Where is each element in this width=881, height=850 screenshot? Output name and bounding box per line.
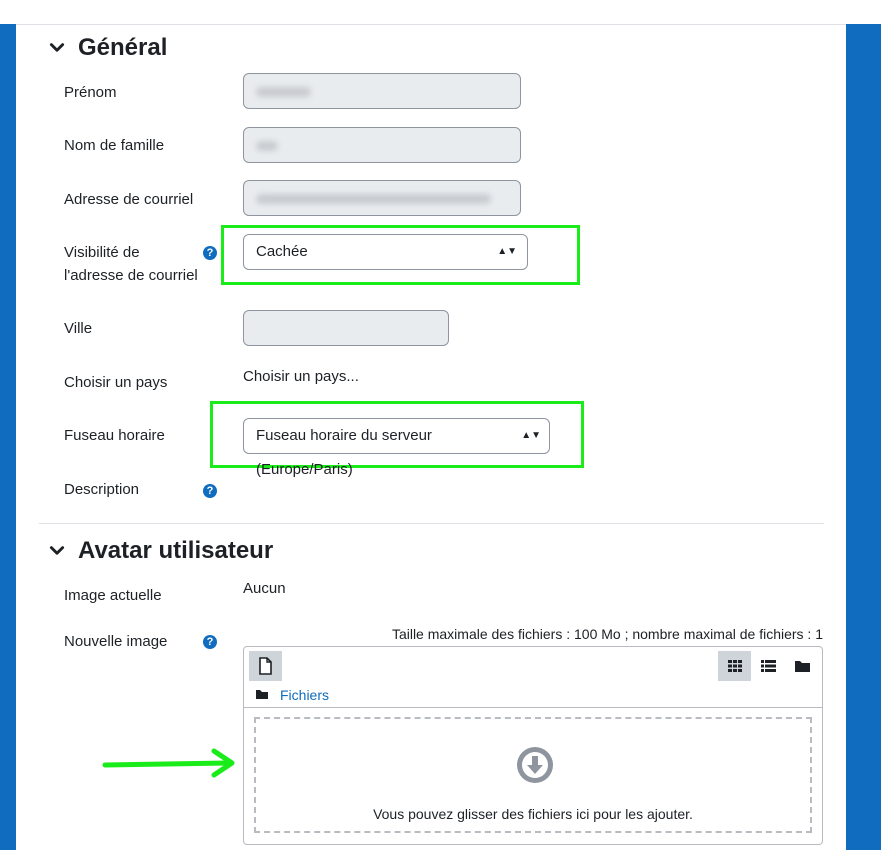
folder-icon — [795, 661, 810, 672]
select-value: Fuseau horaire du serveur (Europe/Paris) — [256, 427, 432, 478]
email-label: Adresse de courriel — [64, 191, 194, 208]
email-field[interactable] — [243, 180, 521, 216]
list-view-button[interactable] — [752, 651, 785, 681]
current-image-label: Image actuelle — [64, 587, 162, 604]
redacted-value — [256, 141, 278, 151]
help-icon[interactable]: ? — [203, 246, 217, 260]
chevron-down-icon — [49, 43, 65, 52]
city-field[interactable] — [243, 310, 449, 346]
section-divider — [39, 523, 824, 524]
list-view-icon — [761, 660, 776, 672]
file-limits-text: Taille maximale des fichiers : 100 Mo ; … — [391, 626, 823, 642]
folder-icon — [256, 690, 268, 699]
chevron-down-icon — [49, 546, 65, 555]
current-image-value: Aucun — [243, 580, 286, 597]
email-visibility-label-line2: l'adresse de courriel — [64, 267, 198, 284]
right-blue-bar — [846, 24, 881, 850]
select-arrows-icon: ▲▼ — [497, 246, 517, 257]
timezone-select[interactable]: Fuseau horaire du serveur (Europe/Paris)… — [243, 418, 550, 478]
redacted-value — [256, 87, 311, 97]
file-dropzone[interactable]: Vous pouvez glisser des fichiers ici pou… — [254, 717, 812, 833]
lastname-label: Nom de famille — [64, 137, 165, 154]
help-icon[interactable]: ? — [203, 635, 217, 649]
lastname-field[interactable] — [243, 127, 521, 163]
left-blue-bar — [0, 24, 16, 850]
section-avatar-header[interactable]: Avatar utilisateur — [48, 537, 273, 565]
email-visibility-select[interactable]: Cachée ▲▼ — [243, 234, 528, 270]
file-picker-divider — [244, 707, 822, 708]
email-visibility-label-line1: Visibilité de — [64, 244, 140, 261]
folder-link[interactable]: Fichiers — [280, 687, 329, 703]
description-label: Description — [64, 481, 140, 498]
section-title: Avatar utilisateur — [78, 537, 274, 564]
page: Général Prénom Nom de famille Adresse de… — [0, 0, 881, 850]
download-arrow-icon — [517, 747, 553, 783]
section-title: Général — [78, 34, 168, 61]
grid-view-icon — [728, 660, 742, 672]
help-icon[interactable]: ? — [203, 484, 217, 498]
section-general-header[interactable]: Général — [48, 34, 167, 62]
tree-view-button[interactable] — [786, 651, 819, 681]
new-image-label: Nouvelle image — [64, 633, 168, 650]
arrow-right-icon — [102, 748, 235, 778]
firstname-label: Prénom — [64, 84, 117, 101]
select-value: Cachée — [256, 243, 308, 260]
add-file-button[interactable] — [249, 651, 282, 681]
select-arrows-icon: ▲▼ — [521, 430, 541, 441]
file-icon — [259, 657, 272, 675]
top-divider — [0, 24, 881, 25]
timezone-label: Fuseau horaire — [64, 427, 165, 444]
country-label: Choisir un pays — [64, 374, 168, 391]
country-select[interactable]: Choisir un pays... — [243, 368, 359, 385]
firstname-field[interactable] — [243, 73, 521, 109]
redacted-value — [256, 194, 491, 204]
city-label: Ville — [64, 320, 93, 337]
grid-view-button[interactable] — [718, 651, 751, 681]
dropzone-text: Vous pouvez glisser des fichiers ici pou… — [373, 806, 693, 822]
email-visibility-label: Visibilité de l'adresse de courriel — [64, 241, 198, 287]
file-picker: Fichiers Vous pouvez glisser des fichier… — [243, 646, 823, 845]
